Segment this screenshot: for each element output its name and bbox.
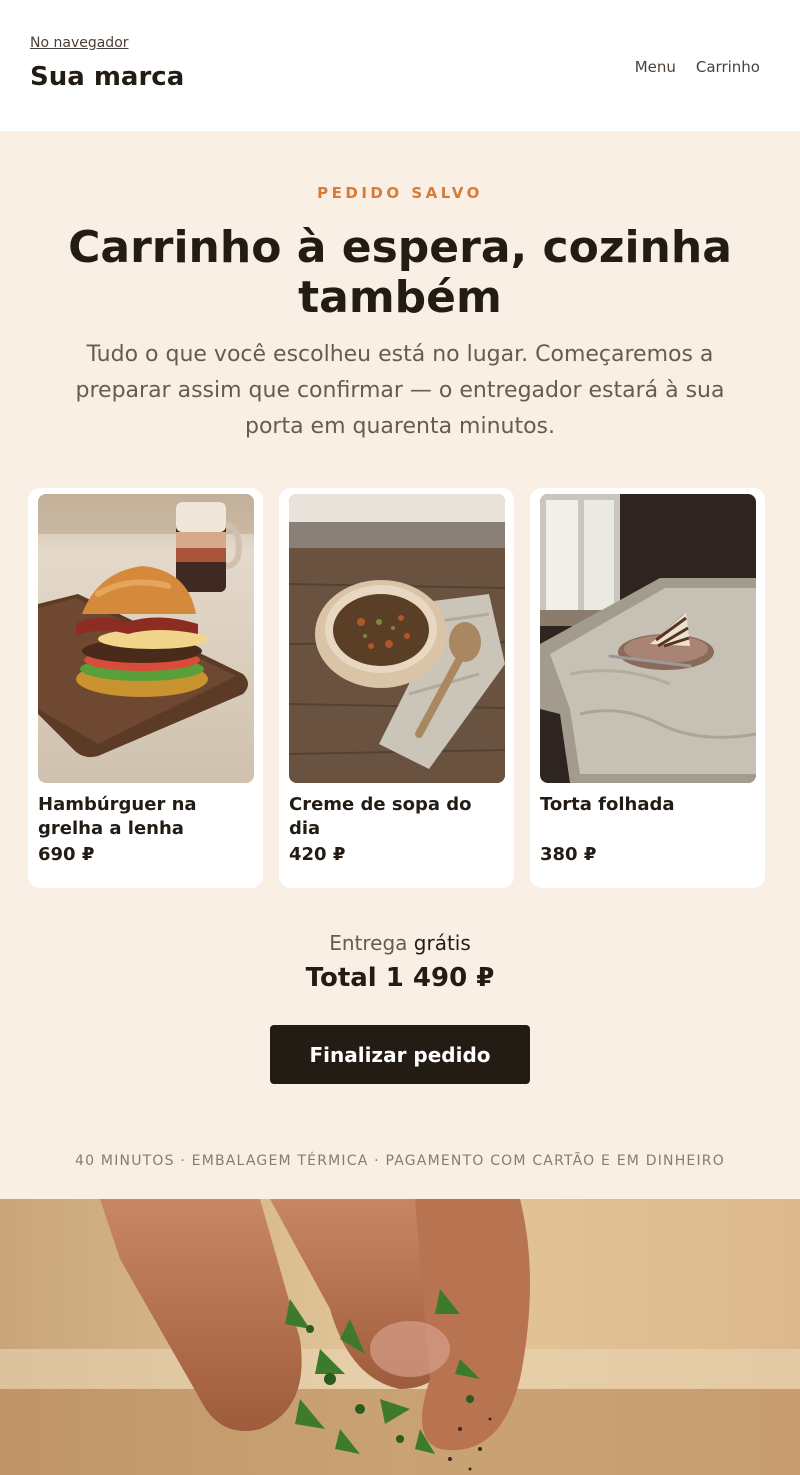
intro-text: Tudo o que você escolheu está no lugar. … xyxy=(75,342,725,439)
view-in-browser-link[interactable]: No navegador xyxy=(30,35,129,51)
herbs-hand-photo xyxy=(0,1199,800,1475)
product-price: 380 ₽ xyxy=(540,844,597,865)
burger-photo xyxy=(38,494,254,783)
product-card[interactable]: Hambúrguer na grelha a lenha 690 ₽ xyxy=(28,488,263,888)
product-name: Hambúrguer na grelha a lenha xyxy=(38,794,197,839)
soup-photo xyxy=(289,494,505,783)
product-price: 690 ₽ xyxy=(38,844,95,865)
order-total: Total 1 490 ₽ xyxy=(305,963,495,993)
cart-items: Hambúrguer na grelha a lenha 690 ₽ Creme… xyxy=(28,488,765,888)
checkout-button[interactable]: Finalizar pedido xyxy=(270,1025,530,1084)
cake-photo xyxy=(540,494,756,783)
delivery-label: Entrega xyxy=(329,931,408,955)
email-header: No navegador Sua marca Menu Carrinho xyxy=(0,0,800,131)
product-price: 420 ₽ xyxy=(289,844,346,865)
brand-name: Sua marca xyxy=(30,62,185,92)
eyebrow-label: PEDIDO SALVO xyxy=(317,184,483,202)
page-title: Carrinho à espera, cozinha também xyxy=(68,222,732,323)
product-name: Creme de sopa do dia xyxy=(289,794,472,839)
product-card[interactable]: Creme de sopa do dia 420 ₽ xyxy=(279,488,514,888)
delivery-line: Entrega grátis xyxy=(0,931,800,955)
nav-menu-link[interactable]: Menu xyxy=(635,58,676,76)
service-footnote: 40 MINUTOS · EMBALAGEM TÉRMICA · PAGAMEN… xyxy=(75,1153,725,1169)
nav-cart-link[interactable]: Carrinho xyxy=(696,58,760,76)
header-nav: Menu Carrinho xyxy=(635,58,760,76)
product-name: Torta folhada xyxy=(540,794,675,815)
delivery-value: grátis xyxy=(413,931,471,955)
product-card[interactable]: Torta folhada 380 ₽ xyxy=(530,488,765,888)
cart-reminder-section: PEDIDO SALVO Carrinho à espera, cozinha … xyxy=(0,131,800,1199)
